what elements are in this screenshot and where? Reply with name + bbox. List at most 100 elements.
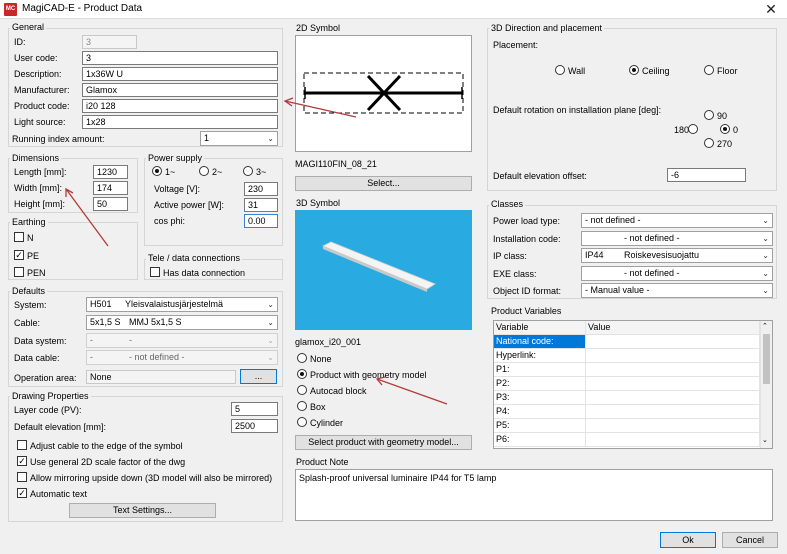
elevation-offset-label: Default elevation offset: [493, 171, 587, 181]
id-field: 3 [82, 35, 137, 49]
ip-class-code: IP44 [585, 250, 604, 260]
automatic-text-checkbox[interactable]: ✓ [17, 488, 27, 498]
value-column-header[interactable]: Value [586, 321, 760, 335]
power-2-phase-radio[interactable] [199, 166, 209, 176]
variable-row-name[interactable]: P5: [494, 419, 586, 433]
object-id-combo[interactable]: - Manual value - ⌄ [581, 283, 773, 298]
variable-row-value[interactable] [586, 391, 760, 405]
3d-autocad-block-radio[interactable] [297, 385, 307, 395]
cable-combo[interactable]: 5x1,5 S MMJ 5x1,5 S ⌄ [86, 315, 278, 330]
earthing-pe-label: PE [27, 251, 40, 261]
user-code-field[interactable]: 3 [82, 51, 278, 65]
variable-row-value[interactable] [586, 335, 760, 349]
3d-none-radio[interactable] [297, 353, 307, 363]
ok-button[interactable]: Ok [660, 532, 716, 548]
height-field[interactable]: 50 [93, 197, 128, 211]
3d-product-geometry-radio[interactable] [297, 369, 307, 379]
has-data-connection-checkbox[interactable] [150, 267, 160, 277]
user-code-label: User code: [14, 53, 58, 63]
operation-area-label: Operation area: [14, 373, 77, 383]
elevation-offset-field[interactable]: -6 [667, 168, 746, 182]
light-source-field[interactable]: 1x28 [82, 115, 278, 129]
select-product-geometry-button[interactable]: Select product with geometry model... [295, 435, 472, 450]
operation-area-browse-button[interactable]: ... [240, 369, 277, 384]
app-icon: MC [4, 3, 17, 16]
allow-mirroring-checkbox[interactable] [17, 472, 27, 482]
close-icon[interactable]: ✕ [763, 1, 779, 17]
power-load-combo[interactable]: - not defined - ⌄ [581, 213, 773, 228]
power-supply-group-label: Power supply [146, 153, 205, 163]
description-field[interactable]: 1x36W U [82, 67, 278, 81]
variable-row-value[interactable] [586, 377, 760, 391]
3d-autocad-block-label: Autocad block [310, 386, 367, 396]
annotation-arrow-geometry-model [376, 378, 448, 405]
rotation-0-radio[interactable] [720, 124, 730, 134]
luminaire-2d-symbol-icon [303, 72, 464, 114]
adjust-cable-checkbox[interactable] [17, 440, 27, 450]
variable-row-name[interactable]: P6: [494, 433, 586, 447]
chevron-down-icon: ⌄ [762, 269, 769, 278]
running-index-combo[interactable]: 1 ⌄ [200, 131, 278, 146]
installation-code-combo[interactable]: - not defined - ⌄ [581, 231, 773, 246]
earthing-n-checkbox[interactable] [14, 232, 24, 242]
earthing-pe-checkbox[interactable]: ✓ [14, 250, 24, 260]
rotation-90-radio[interactable] [704, 110, 714, 120]
power-1-phase-radio[interactable] [152, 166, 162, 176]
scrollbar-thumb[interactable] [763, 334, 770, 384]
direction-placement-group-label: 3D Direction and placement [489, 23, 605, 33]
power-3-phase-radio[interactable] [243, 166, 253, 176]
system-combo[interactable]: H501 Yleisvalaistusjärjestelmä ⌄ [86, 297, 278, 312]
variables-scrollbar[interactable]: ⌃ ⌄ [760, 321, 772, 448]
variable-row-name[interactable]: Hyperlink: [494, 349, 586, 363]
voltage-field[interactable]: 230 [244, 182, 278, 196]
ip-class-combo[interactable]: IP44 Roiskevesisuojattu ⌄ [581, 248, 773, 263]
variable-row-name[interactable]: P2: [494, 377, 586, 391]
scroll-down-icon[interactable]: ⌄ [762, 436, 768, 444]
rotation-0-label: 0 [733, 125, 739, 135]
active-power-field[interactable]: 31 [244, 198, 278, 212]
exe-class-combo[interactable]: - not defined - ⌄ [581, 266, 773, 281]
cancel-button[interactable]: Cancel [722, 532, 778, 548]
default-elevation-field[interactable]: 2500 [231, 419, 278, 433]
installation-code-label: Installation code: [493, 234, 561, 244]
earthing-pen-checkbox[interactable] [14, 267, 24, 277]
placement-ceiling-label: Ceiling [642, 66, 670, 76]
variable-column-header[interactable]: Variable [494, 321, 586, 335]
variable-row-name[interactable]: National code: [494, 335, 586, 349]
2d-symbol-select-button[interactable]: Select... [295, 176, 472, 191]
scroll-up-icon[interactable]: ⌃ [762, 322, 768, 330]
variable-row-value[interactable] [586, 349, 760, 363]
variable-row-value[interactable] [586, 363, 760, 377]
placement-floor-radio[interactable] [704, 65, 714, 75]
manufacturer-field[interactable]: Glamox [82, 83, 278, 97]
placement-wall-radio[interactable] [555, 65, 565, 75]
variable-row-value[interactable] [586, 419, 760, 433]
cable-name: MMJ 5x1,5 S [129, 317, 182, 327]
rotation-270-label: 270 [717, 139, 733, 149]
use-2d-scale-checkbox[interactable]: ✓ [17, 456, 27, 466]
data-cable-code: - [90, 352, 93, 362]
rotation-180-radio[interactable] [688, 124, 698, 134]
data-system-combo: - - ⌄ [86, 333, 278, 348]
cable-code: 5x1,5 S [90, 317, 121, 327]
length-field[interactable]: 1230 [93, 165, 128, 179]
3d-cylinder-radio[interactable] [297, 417, 307, 427]
variable-row-name[interactable]: P3: [494, 391, 586, 405]
product-code-field[interactable]: i20 128 [82, 99, 278, 113]
layer-code-field[interactable]: 5 [231, 402, 278, 416]
text-settings-button[interactable]: Text Settings... [69, 503, 216, 518]
manufacturer-label: Manufacturer: [14, 85, 70, 95]
product-note-field[interactable]: Splash-proof universal luminaire IP44 fo… [295, 469, 773, 521]
variable-row-name[interactable]: P4: [494, 405, 586, 419]
chevron-down-icon: ⌄ [762, 216, 769, 225]
placement-ceiling-radio[interactable] [629, 65, 639, 75]
cos-phi-field[interactable]: 0.00 [244, 214, 278, 228]
default-elevation-label: Default elevation [mm]: [14, 422, 107, 432]
3d-box-radio[interactable] [297, 401, 307, 411]
variable-row-value[interactable] [586, 405, 760, 419]
rotation-270-radio[interactable] [704, 138, 714, 148]
variable-row-value[interactable] [586, 433, 760, 447]
variable-row-name[interactable]: P1: [494, 363, 586, 377]
width-field[interactable]: 174 [93, 181, 128, 195]
chevron-down-icon: ⌄ [762, 251, 769, 260]
